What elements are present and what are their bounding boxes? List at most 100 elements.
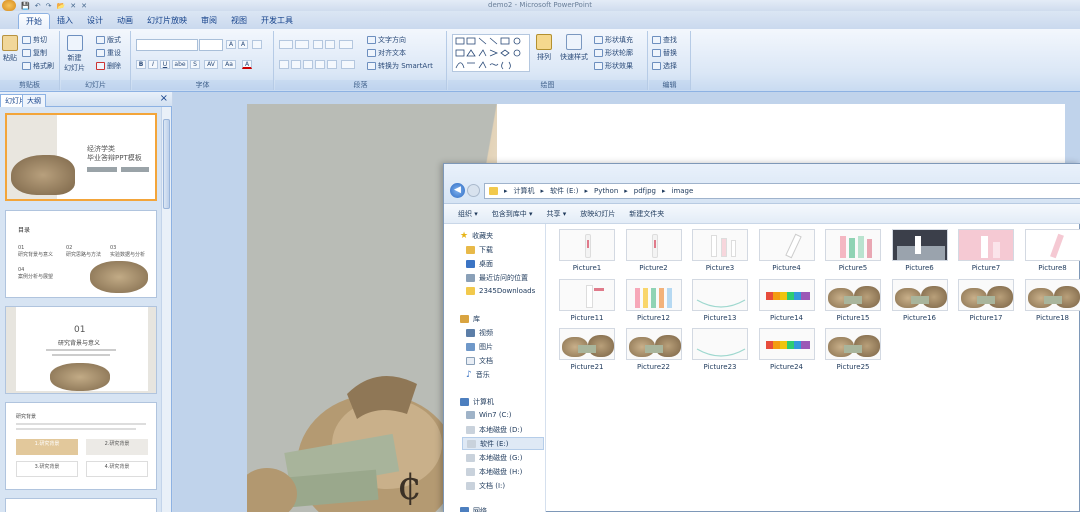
numbering-button[interactable] xyxy=(295,40,309,49)
copy-button[interactable]: 复制 xyxy=(22,48,47,58)
slide-thumbnail-3[interactable]: 01 研究背景与意义 xyxy=(5,306,157,394)
underline-button[interactable]: U xyxy=(160,60,170,69)
nav-libraries[interactable]: 库 xyxy=(460,314,480,324)
file-item[interactable]: Picture25 xyxy=(824,328,882,374)
format-painter-button[interactable]: 格式刷 xyxy=(22,61,54,71)
shape-outline-button[interactable]: 形状轮廓 xyxy=(594,48,633,58)
back-arrow-icon[interactable]: ◀ xyxy=(450,183,465,198)
new-slide-button[interactable]: 新建 幻灯片 xyxy=(64,35,85,73)
bullets-button[interactable] xyxy=(279,40,293,49)
forward-arrow-icon[interactable] xyxy=(467,184,480,197)
file-item[interactable]: Picture17 xyxy=(957,278,1015,325)
file-explorer-window[interactable]: ◀ ▸ 计算机 ▸ 软件 (E:) ▸ Python ▸ pdfjpg ▸ image … xyxy=(443,163,1080,512)
nav-item-pictures[interactable]: 图片 xyxy=(466,342,493,352)
delete-button[interactable]: 删除 xyxy=(96,61,121,71)
tab-developer[interactable]: 开发工具 xyxy=(254,13,300,29)
strike-button[interactable]: abe xyxy=(172,60,188,69)
nav-drive-h[interactable]: 本地磁盘 (H:) xyxy=(466,467,522,477)
file-item[interactable]: Picture22 xyxy=(625,328,683,374)
slide-thumbnail-4[interactable]: 研究背景 1.研究背景 2.研究背景 3.研究背景 4.研究背景 xyxy=(5,402,157,490)
nav-drive-g[interactable]: 本地磁盘 (G:) xyxy=(466,453,522,463)
replace-button[interactable]: 替换 xyxy=(652,48,677,58)
nav-item-music[interactable]: ♪ 音乐 xyxy=(466,370,490,380)
paste-button[interactable]: 粘贴 xyxy=(2,35,18,63)
file-item[interactable]: Picture23 xyxy=(691,328,749,374)
breadcrumb[interactable]: ▸ 计算机 ▸ 软件 (E:) ▸ Python ▸ pdfjpg ▸ image xyxy=(484,183,1080,199)
align-center-button[interactable] xyxy=(291,60,301,69)
align-left-button[interactable] xyxy=(279,60,289,69)
align-right-button[interactable] xyxy=(303,60,313,69)
justify-button[interactable] xyxy=(315,60,325,69)
bold-button[interactable]: B xyxy=(136,60,146,69)
shape-fill-button[interactable]: 形状填充 xyxy=(594,35,633,45)
tab-review[interactable]: 审阅 xyxy=(194,13,224,29)
nav-favorites[interactable]: ★ 收藏夹 xyxy=(460,231,493,241)
reset-button[interactable]: 重设 xyxy=(96,48,121,58)
nav-item-2345downloads[interactable]: 2345Downloads xyxy=(466,287,535,295)
nav-drive-e[interactable]: 软件 (E:) xyxy=(462,437,544,450)
pane-scrollbar[interactable] xyxy=(161,107,171,512)
tab-design[interactable]: 设计 xyxy=(80,13,110,29)
nav-item-downloads[interactable]: 下载 xyxy=(466,245,493,255)
text-direction-button[interactable]: 文字方向 xyxy=(367,35,406,45)
italic-button[interactable]: I xyxy=(148,60,158,69)
file-item[interactable]: Picture3 xyxy=(691,229,749,275)
include-in-library-button[interactable]: 包含到库中 ▾ xyxy=(492,209,533,219)
nav-drive-c[interactable]: Win7 (C:) xyxy=(466,411,512,419)
distribute-button[interactable] xyxy=(327,60,337,69)
select-button[interactable]: 选择 xyxy=(652,61,677,71)
slide-thumbnail-5[interactable] xyxy=(5,498,157,512)
breadcrumb-python[interactable]: Python xyxy=(594,187,618,195)
indent-decrease-button[interactable] xyxy=(313,40,323,49)
tab-slideshow[interactable]: 幻灯片放映 xyxy=(140,13,194,29)
nav-item-recent[interactable]: 最近访问的位置 xyxy=(466,273,528,283)
tab-outline-pane[interactable]: 大纲 xyxy=(22,94,46,107)
file-item[interactable]: Picture14 xyxy=(758,278,816,325)
slide-thumbnail-1[interactable]: 经济学类 毕业答辩PPT模板 xyxy=(5,113,157,201)
columns-button[interactable] xyxy=(341,60,355,69)
shape-effects-button[interactable]: 形状效果 xyxy=(594,61,633,71)
file-item[interactable]: Picture2 xyxy=(625,229,683,275)
nav-item-documents[interactable]: 文档 xyxy=(466,356,493,366)
nav-drive-d[interactable]: 本地磁盘 (D:) xyxy=(466,425,522,435)
file-item[interactable]: Picture7 xyxy=(957,229,1015,275)
breadcrumb-computer[interactable]: 计算机 xyxy=(514,186,535,196)
tab-view[interactable]: 视图 xyxy=(224,13,254,29)
pane-scroll-thumb[interactable] xyxy=(163,119,170,209)
smartart-button[interactable]: 转换为 SmartArt xyxy=(367,61,433,71)
nav-computer[interactable]: 计算机 xyxy=(460,397,494,407)
nav-drive-i[interactable]: 文档 (I:) xyxy=(466,481,505,491)
find-button[interactable]: 查找 xyxy=(652,35,677,45)
file-item[interactable]: Picture4 xyxy=(758,229,816,275)
file-item[interactable]: Picture6 xyxy=(891,229,949,275)
file-item[interactable]: Picture13 xyxy=(691,278,749,325)
file-item[interactable]: Picture21 xyxy=(558,328,616,374)
spacing-button[interactable]: AV xyxy=(204,60,218,69)
indent-increase-button[interactable] xyxy=(325,40,335,49)
nav-item-videos[interactable]: 视频 xyxy=(466,328,493,338)
nav-item-desktop[interactable]: 桌面 xyxy=(466,259,493,269)
file-item[interactable]: Picture1 xyxy=(558,229,616,275)
clear-format-button[interactable] xyxy=(252,40,262,49)
file-item[interactable]: Picture12 xyxy=(625,278,683,325)
breadcrumb-image[interactable]: image xyxy=(672,187,694,195)
organize-button[interactable]: 组织 ▾ xyxy=(458,209,478,219)
font-size-input[interactable] xyxy=(199,39,223,51)
quick-styles-button[interactable]: 快速样式 xyxy=(560,34,588,62)
font-color-button[interactable]: A xyxy=(242,60,252,69)
nav-network[interactable]: 网络 xyxy=(460,506,487,512)
tab-insert[interactable]: 插入 xyxy=(50,13,80,29)
align-text-button[interactable]: 对齐文本 xyxy=(367,48,406,58)
shrink-font-button[interactable]: A xyxy=(238,40,248,49)
tab-home[interactable]: 开始 xyxy=(18,13,50,29)
file-item[interactable]: Picture18 xyxy=(1024,278,1080,325)
tab-animations[interactable]: 动画 xyxy=(110,13,140,29)
line-spacing-button[interactable] xyxy=(339,40,353,49)
new-folder-button[interactable]: 新建文件夹 xyxy=(629,209,664,219)
shadow-button[interactable]: S xyxy=(190,60,200,69)
pane-close-icon[interactable]: × xyxy=(160,93,168,104)
file-item[interactable]: Picture15 xyxy=(824,278,882,325)
font-name-input[interactable] xyxy=(136,39,198,51)
layout-button[interactable]: 版式 xyxy=(96,35,121,45)
file-item[interactable]: Picture11 xyxy=(558,278,616,325)
